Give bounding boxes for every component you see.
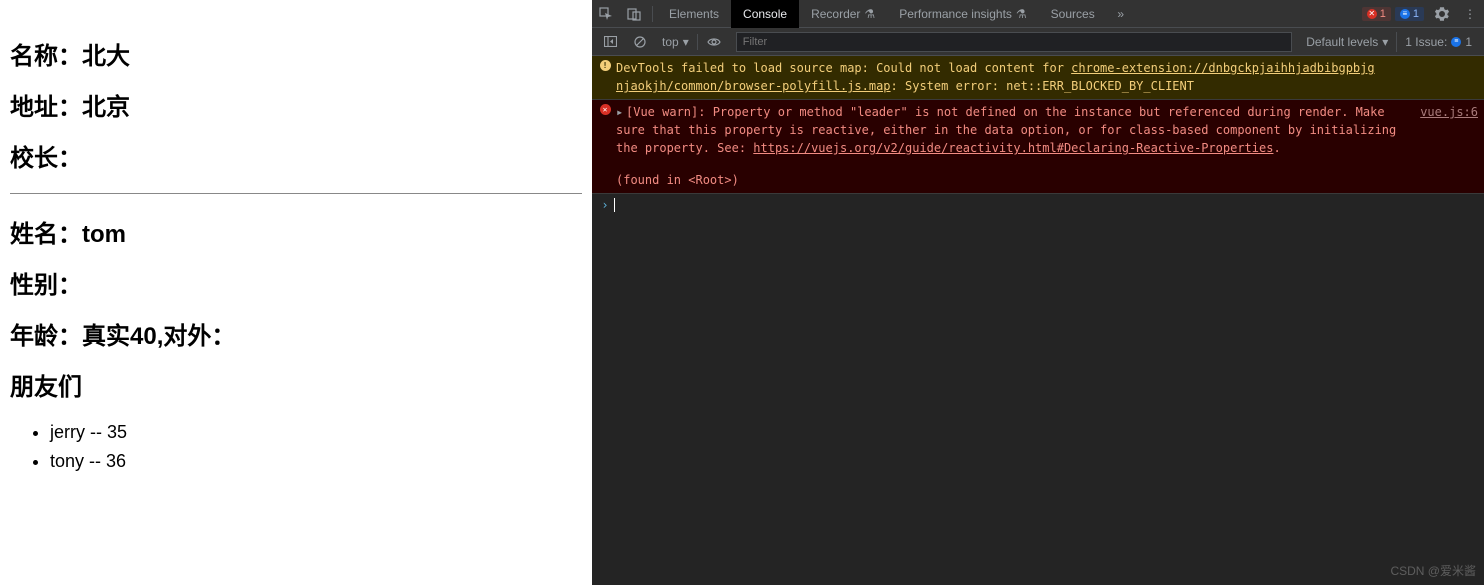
tab-sources[interactable]: Sources bbox=[1039, 0, 1107, 28]
list-item: tony -- 36 bbox=[50, 447, 582, 476]
chevron-down-icon: ▾ bbox=[1382, 35, 1388, 49]
prompt-chevron-icon: › bbox=[598, 196, 612, 214]
error-icon: ✕ bbox=[600, 104, 611, 115]
console-error[interactable]: ✕ ▸[Vue warn]: Property or method "leade… bbox=[592, 100, 1484, 194]
console-warning[interactable]: ! DevTools failed to load source map: Co… bbox=[592, 56, 1484, 100]
device-toggle-icon[interactable] bbox=[620, 0, 648, 28]
console-messages: ! DevTools failed to load source map: Co… bbox=[592, 56, 1484, 585]
settings-icon[interactable] bbox=[1428, 0, 1456, 28]
addr-row: 地址：北京 bbox=[10, 87, 582, 122]
inspect-element-icon[interactable] bbox=[592, 0, 620, 28]
vue-guide-link[interactable]: https://vuejs.org/v2/guide/reactivity.ht… bbox=[753, 141, 1273, 155]
issue-icon: ≡ bbox=[1451, 37, 1461, 47]
console-sidebar-toggle-icon[interactable] bbox=[596, 28, 624, 56]
gender-row: 性别： bbox=[10, 265, 582, 300]
error-source-link[interactable]: vue.js:6 bbox=[1412, 103, 1478, 157]
warning-icon: ! bbox=[600, 60, 611, 71]
filter-input[interactable] bbox=[736, 32, 1292, 52]
tab-elements[interactable]: Elements bbox=[657, 0, 731, 28]
filter-input-wrap bbox=[736, 32, 1292, 52]
tab-performance-insights[interactable]: Performance insights⚗ bbox=[887, 0, 1038, 28]
tab-console[interactable]: Console bbox=[731, 0, 799, 28]
tab-recorder[interactable]: Recorder⚗ bbox=[799, 0, 887, 28]
context-selector[interactable]: top▾ bbox=[656, 35, 695, 49]
school-row: 名称：北大 bbox=[10, 36, 582, 71]
flask-icon: ⚗ bbox=[1016, 7, 1027, 21]
friends-list: jerry -- 35 tony -- 36 bbox=[50, 418, 582, 476]
error-count-badge[interactable]: ✕1 bbox=[1362, 7, 1391, 21]
sourcemap-link[interactable]: njaokjh/common/browser-polyfill.js.map bbox=[616, 79, 891, 93]
expand-icon[interactable]: ▸ bbox=[616, 103, 624, 121]
sourcemap-link[interactable]: chrome-extension://dnbgckpjaihhjadbibgpb… bbox=[1071, 61, 1374, 75]
console-toolbar: top▾ Default levels▾ 1 Issue: ≡ 1 bbox=[592, 28, 1484, 56]
issues-button[interactable]: 1 Issue: ≡ 1 bbox=[1396, 32, 1480, 52]
page-content: 名称：北大 地址：北京 校长： 姓名：tom 性别： 年龄：真实40,对外： 朋… bbox=[0, 0, 592, 585]
separator bbox=[697, 34, 698, 50]
age-row: 年龄：真实40,对外： bbox=[10, 316, 582, 351]
divider bbox=[10, 193, 582, 194]
devtools-panel: Elements Console Recorder⚗ Performance i… bbox=[592, 0, 1484, 585]
kebab-menu-icon[interactable]: ⋮ bbox=[1456, 0, 1484, 28]
friends-heading: 朋友们 bbox=[10, 367, 582, 402]
list-item: jerry -- 35 bbox=[50, 418, 582, 447]
console-prompt[interactable]: › bbox=[592, 194, 1484, 216]
live-expression-icon[interactable] bbox=[700, 28, 728, 56]
more-tabs-icon[interactable]: » bbox=[1107, 0, 1135, 28]
devtools-tabbar: Elements Console Recorder⚗ Performance i… bbox=[592, 0, 1484, 28]
log-levels-selector[interactable]: Default levels▾ bbox=[1300, 35, 1394, 49]
separator bbox=[652, 6, 653, 22]
chevron-down-icon: ▾ bbox=[683, 35, 689, 49]
name-row: 姓名：tom bbox=[10, 214, 582, 249]
leader-row: 校长： bbox=[10, 138, 582, 173]
clear-console-icon[interactable] bbox=[626, 28, 654, 56]
flask-icon: ⚗ bbox=[864, 7, 875, 21]
cursor bbox=[614, 198, 615, 212]
info-count-badge[interactable]: ≡1 bbox=[1395, 7, 1424, 21]
